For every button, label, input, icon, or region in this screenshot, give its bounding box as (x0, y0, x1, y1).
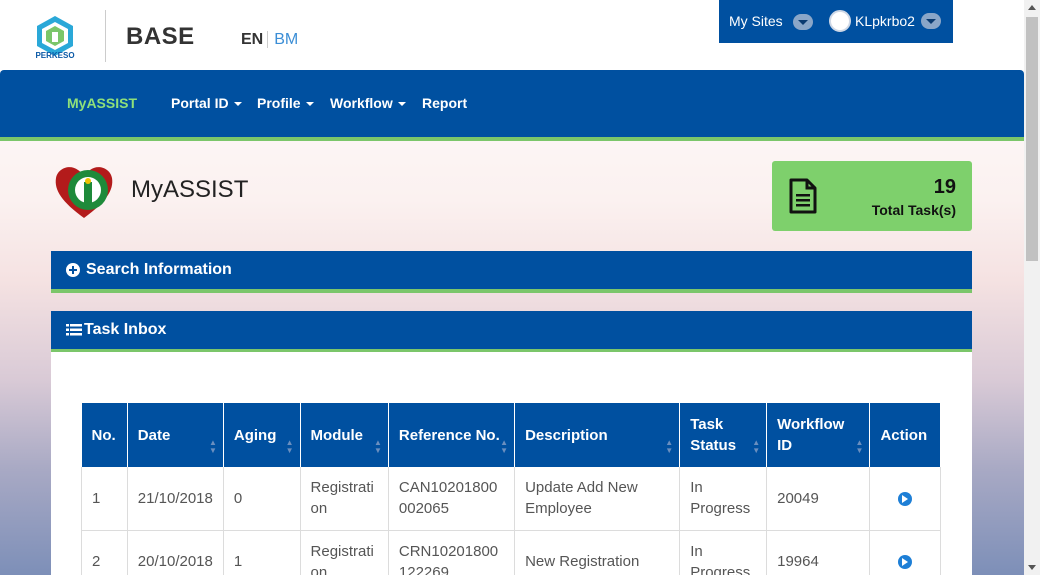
total-tasks-card[interactable]: 19 Total Task(s) (772, 161, 972, 231)
main-nav: MyASSIST Portal ID Profile Workflow Repo… (0, 70, 1024, 141)
cell-workflow-id: 20049 (766, 467, 871, 531)
sort-icon: ▲ ▼ (285, 438, 294, 455)
nav-label: Workflow (330, 95, 393, 111)
cell-action (869, 530, 941, 575)
brand-title: BASE (126, 23, 195, 50)
cell-no: 1 (81, 467, 128, 531)
cell-date: 21/10/2018 (127, 467, 224, 531)
nav-label: Portal ID (171, 95, 229, 111)
scroll-thumb[interactable] (1026, 17, 1038, 261)
sort-icon: ▲ ▼ (373, 438, 382, 455)
lang-en[interactable]: EN (241, 31, 269, 48)
chevron-down-icon (792, 14, 813, 31)
cell-action (869, 467, 941, 531)
col-action: Action (869, 403, 941, 467)
search-information-panel[interactable]: Search Information (51, 251, 972, 293)
list-icon (66, 324, 82, 336)
username: KLpkrbo2 (855, 13, 915, 29)
cell-module: Registration (300, 467, 389, 531)
myassist-logo (55, 167, 113, 218)
nav-label: MyASSIST (67, 95, 138, 111)
total-tasks-count: 19 (933, 176, 956, 198)
cell-aging: 0 (223, 467, 301, 531)
cell-date: 20/10/2018 (127, 530, 224, 575)
nav-item-profile[interactable]: Profile (257, 95, 314, 111)
language-switcher: EN BM (241, 31, 298, 49)
sort-icon: ▲ ▼ (500, 438, 509, 455)
sort-icon: ▲ ▼ (855, 438, 864, 455)
col-workflow-id[interactable]: Workflow ID ▲ ▼ (766, 403, 871, 467)
lang-bm[interactable]: BM (268, 31, 298, 48)
nav-item-report[interactable]: Report (422, 95, 467, 111)
sort-icon: ▲ ▼ (665, 438, 674, 455)
sort-icon: ▲ ▼ (208, 438, 217, 455)
arrow-right-circle-icon[interactable] (898, 491, 913, 506)
inbox-panel-title: Task Inbox (84, 321, 167, 338)
vertical-scrollbar[interactable] (1024, 0, 1040, 575)
col-description[interactable]: Description ▲ ▼ (514, 403, 681, 467)
cell-workflow-id: 19964 (766, 530, 871, 575)
search-panel-title: Search Information (86, 261, 232, 278)
sort-icon: ▲ ▼ (752, 438, 761, 455)
nav-item-workflow[interactable]: Workflow (330, 95, 406, 111)
cell-status: In Progress (679, 530, 768, 575)
logo-text: PERKESO (35, 51, 75, 60)
cell-module: Registration (300, 530, 389, 575)
cell-no: 2 (81, 530, 128, 575)
user-menu-dropdown[interactable]: KLpkrbo2 (829, 10, 941, 32)
col-reference-no[interactable]: Reference No. ▲ ▼ (388, 403, 516, 467)
nav-label: Report (422, 95, 468, 111)
scroll-up-icon[interactable] (1028, 5, 1036, 10)
table-header-row: No. Date ▲ ▼ Aging ▲ ▼ Module ▲ ▼ Reference No… (81, 403, 941, 467)
document-icon (789, 178, 817, 214)
plus-circle-icon (66, 263, 80, 277)
col-task-status[interactable]: Task Status ▲ ▼ (679, 403, 768, 467)
avatar (829, 10, 851, 32)
cell-status: In Progress (679, 467, 768, 531)
top-header: PERKESO BASE EN BM My Sites KLpkrbo2 (0, 0, 1024, 70)
cell-description: New Registration (514, 530, 681, 575)
nav-label: Profile (257, 95, 301, 111)
chevron-down-icon (920, 13, 941, 29)
caret-down-icon (233, 102, 242, 107)
table-row: 1 21/10/2018 0 Registration CAN102018000… (81, 467, 941, 531)
my-sites-label: My Sites (729, 13, 783, 29)
cell-aging: 1 (223, 530, 301, 575)
col-no: No. (81, 403, 128, 467)
cell-description: Update Add New Employee (514, 467, 681, 531)
page-title: MyASSIST (131, 176, 249, 203)
table-row: 2 20/10/2018 1 Registration CRN102018001… (81, 530, 941, 575)
col-module[interactable]: Module ▲ ▼ (300, 403, 389, 467)
total-tasks-label: Total Task(s) (871, 202, 956, 218)
header-divider (105, 10, 106, 62)
col-aging[interactable]: Aging ▲ ▼ (223, 403, 301, 467)
caret-down-icon (305, 102, 314, 107)
nav-item-portal-id[interactable]: Portal ID (171, 95, 242, 111)
cell-reference: CRN10201800122269 (388, 530, 516, 575)
scroll-down-icon[interactable] (1028, 565, 1036, 570)
col-date[interactable]: Date ▲ ▼ (127, 403, 224, 467)
my-sites-dropdown[interactable]: My Sites (729, 13, 813, 31)
cell-reference: CAN10201800002065 (388, 467, 516, 531)
nav-item-myassist[interactable]: MyASSIST (67, 95, 137, 111)
task-inbox-panel: Task Inbox (51, 311, 972, 353)
arrow-right-circle-icon[interactable] (898, 555, 913, 570)
caret-down-icon (397, 102, 406, 107)
task-table: No. Date ▲ ▼ Aging ▲ ▼ Module ▲ ▼ Reference No… (81, 403, 941, 575)
user-bar: My Sites KLpkrbo2 (719, 0, 953, 43)
